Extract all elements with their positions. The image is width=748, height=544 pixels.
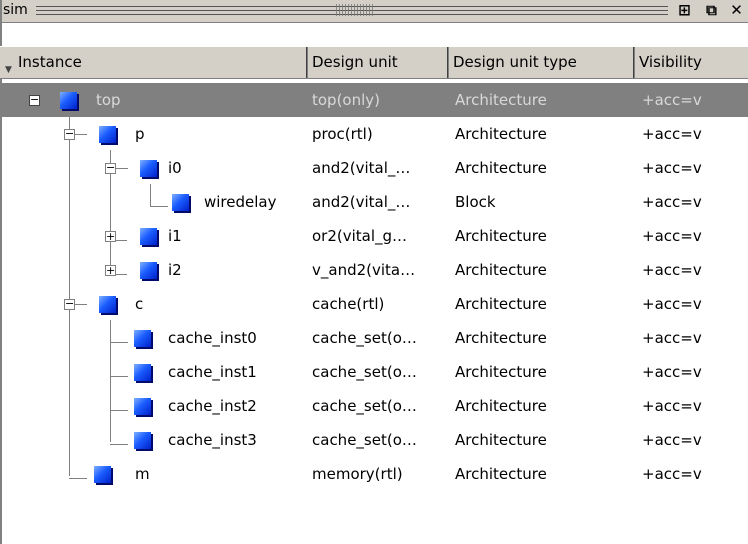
expand-icon[interactable]: +: [105, 265, 116, 276]
instance-icon: [140, 262, 157, 279]
visibility: +acc=v: [642, 227, 702, 245]
instance-icon: [140, 160, 157, 177]
drag-handle[interactable]: [336, 4, 374, 16]
window-title: sim: [3, 2, 28, 18]
instance-name: i1: [168, 227, 182, 245]
column-header-row: ▼ Instance Design unit Design unit type …: [0, 46, 748, 79]
design-unit: and2(vital_…: [312, 159, 411, 177]
dock-icon[interactable]: ⊞: [676, 2, 693, 19]
instance-icon: [99, 126, 116, 143]
column-label: Design unit: [312, 53, 398, 71]
instance-icon: [134, 330, 151, 347]
column-header-instance[interactable]: ▼ Instance: [2, 47, 308, 78]
instance-icon: [172, 194, 189, 211]
design-unit: v_and2(vita…: [312, 261, 416, 279]
tree-row-cache-inst1[interactable]: cache_inst1 cache_set(o… Architecture +a…: [2, 355, 748, 389]
tree-row-cache-inst0[interactable]: cache_inst0 cache_set(o… Architecture +a…: [2, 321, 748, 355]
visibility: +acc=v: [642, 329, 702, 347]
sort-arrow-icon[interactable]: ▼: [5, 55, 12, 78]
collapse-icon[interactable]: −: [64, 298, 75, 310]
visibility: +acc=v: [642, 397, 702, 415]
column-label: Visibility: [639, 53, 702, 71]
visibility: +acc=v: [642, 363, 702, 381]
visibility: +acc=v: [642, 261, 702, 279]
visibility: +acc=v: [642, 295, 702, 313]
design-unit: cache(rtl): [312, 295, 385, 313]
design-unit-type: Architecture: [455, 363, 547, 381]
tree-row-i2[interactable]: + i2 v_and2(vita… Architecture +acc=v: [2, 253, 748, 287]
visibility: +acc=v: [642, 159, 702, 177]
visibility: +acc=v: [642, 125, 702, 143]
instance-icon: [94, 466, 111, 483]
design-unit-type: Architecture: [455, 125, 547, 143]
visibility: +acc=v: [642, 91, 702, 109]
column-label: Instance: [18, 53, 82, 71]
column-header-design-unit[interactable]: Design unit: [308, 47, 449, 78]
tree-guide: [75, 134, 87, 135]
instance-name: c: [135, 295, 144, 313]
instance-name: cache_inst0: [168, 329, 257, 347]
design-unit-type: Architecture: [455, 397, 547, 415]
column-header-design-unit-type[interactable]: Design unit type: [449, 47, 635, 78]
expand-icon[interactable]: +: [105, 231, 116, 242]
design-unit-type: Architecture: [455, 295, 547, 313]
design-unit: and2(vital_…: [312, 193, 411, 211]
undock-icon[interactable]: ⧉: [703, 2, 720, 19]
design-unit: cache_set(o…: [312, 329, 417, 347]
design-unit: cache_set(o…: [312, 431, 417, 449]
instance-name: wiredelay: [204, 193, 277, 211]
design-unit-type: Block: [455, 193, 496, 211]
window-title-bar[interactable]: sim ⊞ ⧉ ✕: [0, 0, 748, 23]
tree-row-top[interactable]: − top top(only) Architecture +acc=v: [2, 83, 748, 117]
design-unit-type: Architecture: [455, 91, 547, 109]
instance-name: cache_inst1: [168, 363, 257, 381]
instance-name: cache_inst3: [168, 431, 257, 449]
tree-guide: [75, 304, 87, 305]
tree-row-cache-inst2[interactable]: cache_inst2 cache_set(o… Architecture +a…: [2, 389, 748, 423]
design-unit: cache_set(o…: [312, 397, 417, 415]
design-unit: cache_set(o…: [312, 363, 417, 381]
design-unit: memory(rtl): [312, 465, 403, 483]
tree-row-i0[interactable]: − i0 and2(vital_… Architecture +acc=v: [2, 151, 748, 185]
design-unit: top(only): [312, 91, 381, 109]
visibility: +acc=v: [642, 465, 702, 483]
design-unit: proc(rtl): [312, 125, 373, 143]
instance-icon: [60, 92, 77, 109]
instance-icon: [134, 364, 151, 381]
tree-row-p[interactable]: − p proc(rtl) Architecture +acc=v: [2, 117, 748, 151]
instance-name: top: [96, 91, 121, 109]
collapse-icon[interactable]: −: [29, 94, 40, 106]
design-unit-type: Architecture: [455, 431, 547, 449]
collapse-icon[interactable]: −: [64, 128, 75, 140]
instance-name: cache_inst2: [168, 397, 257, 415]
design-unit-type: Architecture: [455, 261, 547, 279]
instance-icon: [140, 228, 157, 245]
design-unit-type: Architecture: [455, 227, 547, 245]
design-unit-type: Architecture: [455, 159, 547, 177]
tree-row-i1[interactable]: + i1 or2(vital_g… Architecture +acc=v: [2, 219, 748, 253]
visibility: +acc=v: [642, 193, 702, 211]
design-unit-type: Architecture: [455, 465, 547, 483]
tree-guide: [116, 168, 128, 169]
collapse-icon[interactable]: −: [105, 162, 116, 174]
design-unit: or2(vital_g…: [312, 227, 408, 245]
column-label: Design unit type: [453, 53, 577, 71]
tree-row-wiredelay[interactable]: wiredelay and2(vital_… Block +acc=v: [2, 185, 748, 219]
column-header-visibility[interactable]: Visibility: [635, 47, 748, 78]
instance-icon: [134, 398, 151, 415]
visibility: +acc=v: [642, 431, 702, 449]
instance-name: p: [135, 125, 145, 143]
instance-name: m: [135, 465, 150, 483]
tree-row-c[interactable]: − c cache(rtl) Architecture +acc=v: [2, 287, 748, 321]
design-unit-type: Architecture: [455, 329, 547, 347]
instance-icon: [99, 296, 116, 313]
instance-icon: [134, 432, 151, 449]
tree-row-cache-inst3[interactable]: cache_inst3 cache_set(o… Architecture +a…: [2, 423, 748, 457]
instance-name: i2: [168, 261, 182, 279]
tree-row-m[interactable]: m memory(rtl) Architecture +acc=v: [2, 457, 748, 491]
close-icon[interactable]: ✕: [728, 2, 745, 19]
instance-name: i0: [168, 159, 182, 177]
